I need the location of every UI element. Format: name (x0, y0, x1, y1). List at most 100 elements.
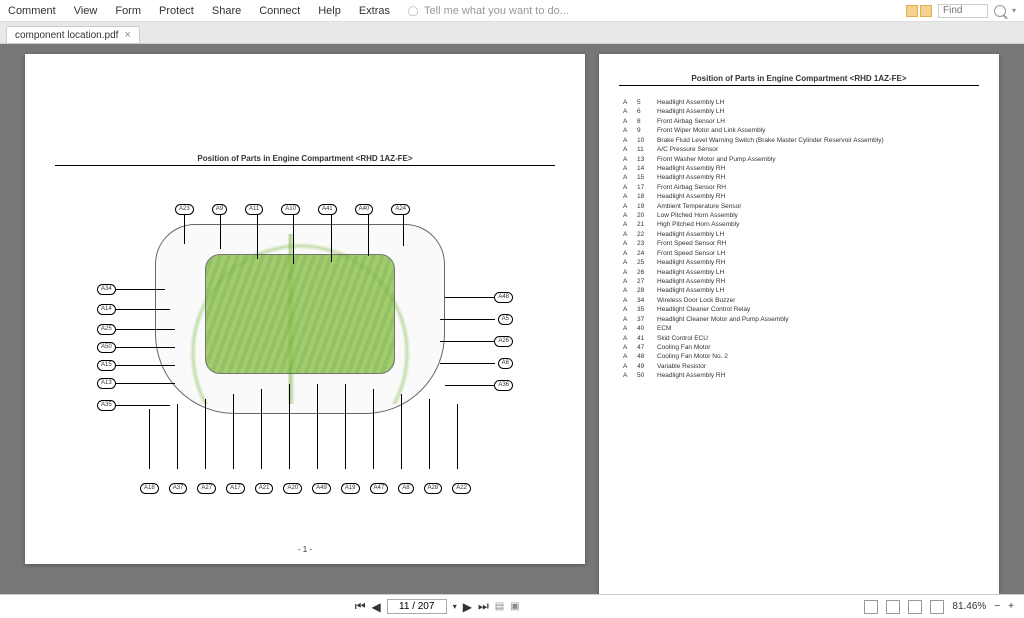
engine-core (205, 254, 395, 374)
parts-list-row: A10Brake Fluid Level Warning Switch (Bra… (623, 136, 975, 145)
parts-list-row: A18Headlight Assembly RH (623, 192, 975, 201)
parts-list-row: A24Front Speed Sensor LH (623, 249, 975, 258)
callout-bot-6: A49 (312, 483, 331, 494)
leader-v (205, 399, 206, 469)
callout-right-2: A26 (494, 336, 513, 347)
menu-extras[interactable]: Extras (359, 5, 390, 17)
page-number-input[interactable] (387, 599, 447, 614)
parts-list-row: A26Headlight Assembly LH (623, 268, 975, 277)
document-tab[interactable]: component location.pdf × (6, 26, 140, 43)
callout-right-0: A48 (494, 292, 513, 303)
parts-list-row: A34Wireless Door Lock Buzzer (623, 296, 975, 305)
toolbar-icon-1[interactable] (906, 5, 918, 17)
page2-title: Position of Parts in Engine Compartment … (599, 54, 999, 83)
callout-bot-0: A18 (140, 483, 159, 494)
status-right: 81.46% − + (864, 600, 1014, 614)
leader (115, 289, 165, 290)
parts-list-row: A15Headlight Assembly RH (623, 173, 975, 182)
callout-bot-7: A19 (341, 483, 360, 494)
toolbar-icon-2[interactable] (920, 5, 932, 17)
parts-list-row: A19Ambient Temperature Sensor (623, 202, 975, 211)
leader-v (345, 384, 346, 469)
quick-icons (906, 5, 932, 17)
callout-top-5: A40 (355, 204, 374, 215)
leader (440, 341, 495, 342)
page-input-dropdown-icon[interactable]: ▾ (453, 602, 457, 611)
callout-bot-3: A17 (226, 483, 245, 494)
leader-v (373, 389, 374, 469)
parts-list-row: A23Front Speed Sensor RH (623, 239, 975, 248)
callout-right-4: A36 (494, 380, 513, 391)
pdf-page-2: Position of Parts in Engine Compartment … (599, 54, 999, 594)
leader (115, 383, 175, 384)
parts-list-row: A48Cooling Fan Motor No. 2 (623, 352, 975, 361)
leader-v (429, 399, 430, 469)
zoom-out-button[interactable]: − (994, 601, 1000, 612)
leader (440, 363, 495, 364)
view-mode-2-icon[interactable] (886, 600, 900, 614)
callout-left-5: A13 (97, 378, 116, 389)
callout-bot-9: A8 (398, 483, 413, 494)
bottom-callouts: A18 A37 A27 A17 A21 A20 A49 A19 A47 A8 A… (140, 483, 471, 494)
parts-list-row: A17Front Airbag Sensor RH (623, 183, 975, 192)
leader-v (457, 404, 458, 469)
document-viewport[interactable]: Position of Parts in Engine Compartment … (0, 44, 1024, 594)
find-input[interactable] (938, 4, 988, 18)
search-icon[interactable] (994, 5, 1006, 17)
menu-view[interactable]: View (74, 5, 98, 17)
tab-bar: component location.pdf × (0, 22, 1024, 44)
prev-page-button[interactable]: ◀ (372, 600, 381, 614)
menu-connect[interactable]: Connect (259, 5, 300, 17)
nav-extra-icon-1[interactable]: ▤ (495, 601, 504, 612)
parts-list-row: A40ECM (623, 324, 975, 333)
last-page-button[interactable]: ⏭ (478, 599, 489, 614)
view-mode-4-icon[interactable] (930, 600, 944, 614)
bulb-icon (408, 6, 418, 16)
callout-left-1: A14 (97, 304, 116, 315)
close-tab-icon[interactable]: × (124, 29, 130, 41)
zoom-level[interactable]: 81.46% (952, 601, 986, 612)
callout-right-3: A6 (498, 358, 513, 369)
view-mode-3-icon[interactable] (908, 600, 922, 614)
leader (440, 319, 495, 320)
parts-list-row: A41Skid Control ECU (623, 334, 975, 343)
parts-list: A5Headlight Assembly LHA6Headlight Assem… (599, 86, 999, 381)
parts-list-row: A27Headlight Assembly RH (623, 277, 975, 286)
callout-top-6: A24 (391, 204, 410, 215)
parts-list-row: A28Headlight Assembly LH (623, 286, 975, 295)
callout-top-4: A41 (318, 204, 337, 215)
next-page-button[interactable]: ▶ (463, 600, 472, 614)
menu-form[interactable]: Form (115, 5, 141, 17)
leader-v (403, 214, 404, 246)
leader-v (220, 214, 221, 249)
search-dropdown-icon[interactable]: ▾ (1012, 6, 1016, 15)
menu-share[interactable]: Share (212, 5, 241, 17)
callout-left-4: A15 (97, 360, 116, 371)
parts-list-row: A6Headlight Assembly LH (623, 107, 975, 116)
leader-v (261, 389, 262, 469)
leader (115, 365, 175, 366)
leader (445, 297, 495, 298)
parts-list-row: A21High Pitched Horn Assembly (623, 220, 975, 229)
view-mode-1-icon[interactable] (864, 600, 878, 614)
menu-comment[interactable]: Comment (8, 5, 56, 17)
first-page-button[interactable]: ⏮ (355, 599, 366, 614)
callout-bot-4: A21 (255, 483, 274, 494)
zoom-in-button[interactable]: + (1008, 601, 1014, 612)
tell-me-prompt[interactable]: Tell me what you want to do... (408, 5, 569, 17)
parts-list-row: A35Headlight Cleaner Control Relay (623, 305, 975, 314)
menu-protect[interactable]: Protect (159, 5, 194, 17)
nav-extra-icon-2[interactable]: ▣ (510, 601, 519, 612)
leader-v (317, 384, 318, 469)
page-navigator: ⏮ ◀ ▾ ▶ ⏭ ▤ ▣ (355, 599, 520, 614)
leader-v (184, 214, 185, 244)
callout-left-0: A34 (97, 284, 116, 295)
parts-list-row: A22Headlight Assembly LH (623, 230, 975, 239)
prompt-text: Tell me what you want to do... (424, 5, 569, 17)
menu-help[interactable]: Help (318, 5, 341, 17)
leader-v (149, 409, 150, 469)
parts-list-row: A50Headlight Assembly RH (623, 371, 975, 380)
leader-v (177, 404, 178, 469)
callout-top-2: A11 (245, 204, 263, 215)
callout-top-3: A10 (281, 204, 300, 215)
